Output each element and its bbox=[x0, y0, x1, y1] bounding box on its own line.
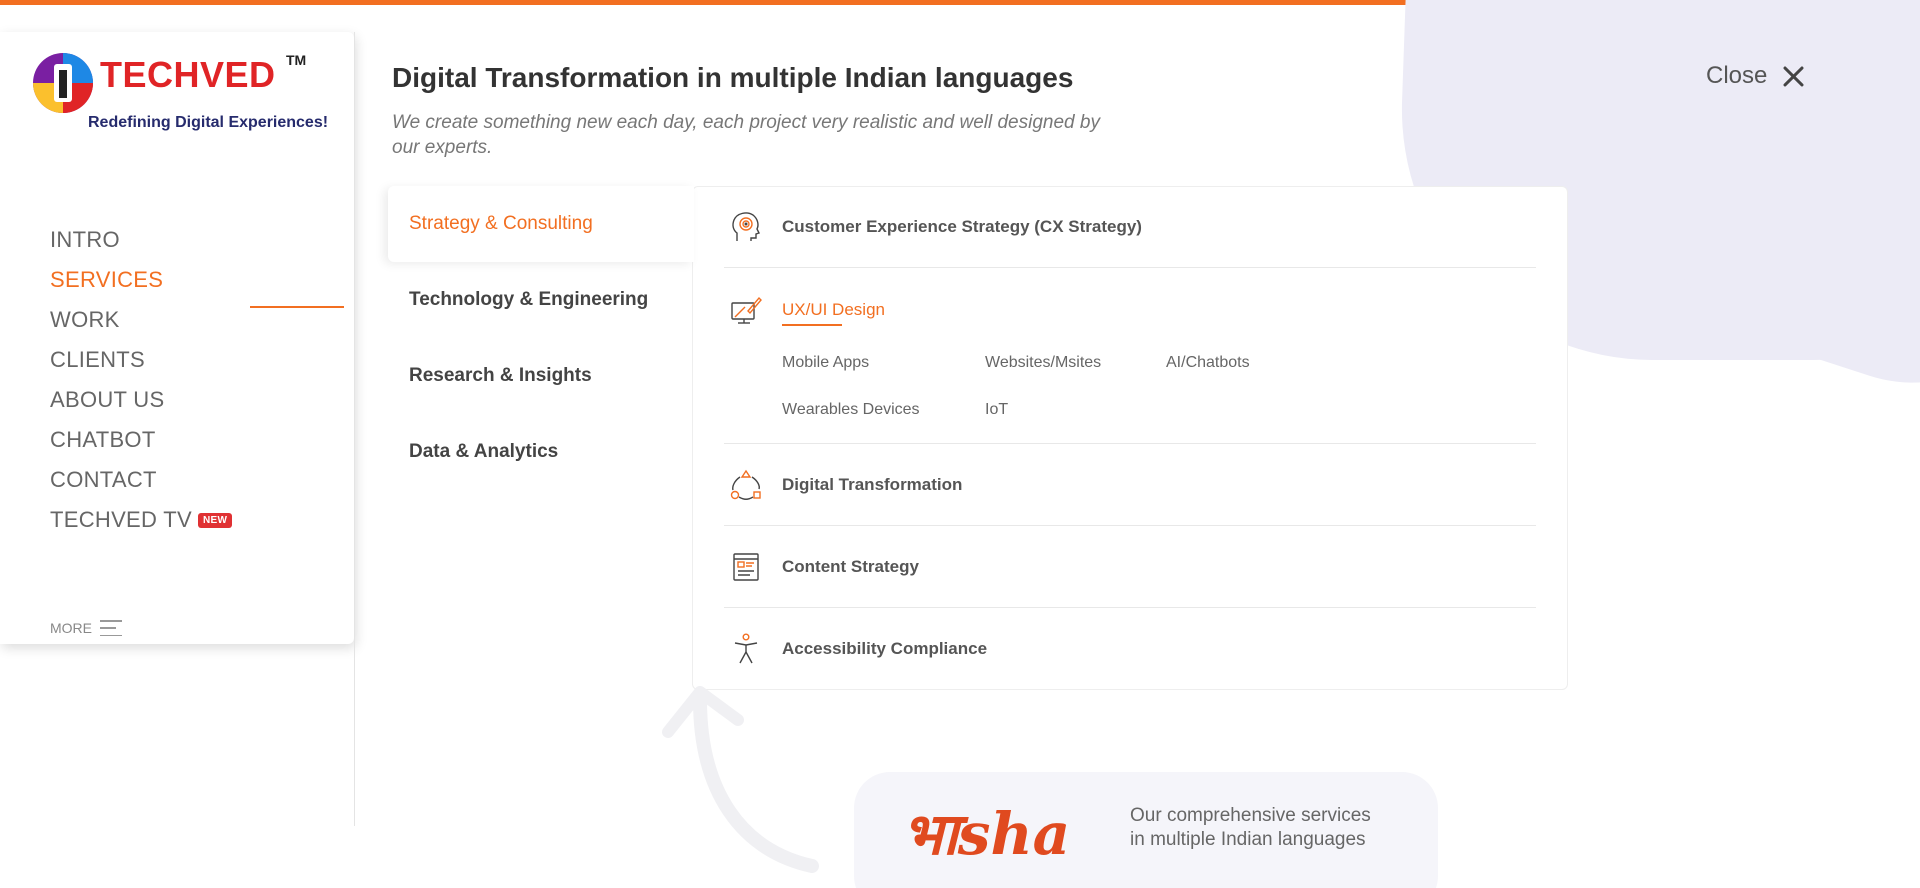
nav-item-about-us[interactable]: ABOUT US bbox=[50, 380, 232, 420]
service-digital-transformation[interactable]: Digital Transformation bbox=[724, 444, 1536, 526]
subitem-websites-msites[interactable]: Websites/Msites bbox=[985, 354, 1101, 372]
curved-arrow-icon bbox=[662, 686, 819, 873]
design-pen-icon bbox=[730, 294, 762, 326]
service-list: Customer Experience Strategy (CX Strateg… bbox=[724, 186, 1536, 690]
page-title: Digital Transformation in multiple India… bbox=[392, 62, 1074, 93]
nav-item-label: TECHVED TV bbox=[50, 507, 192, 532]
logo-tagline: Redefining Digital Experiences! bbox=[88, 114, 329, 131]
nav-item-services[interactable]: SERVICES bbox=[50, 260, 232, 300]
close-button[interactable]: Close bbox=[1706, 62, 1805, 90]
nav-item-label: SERVICES bbox=[50, 267, 164, 292]
service-label: Customer Experience Strategy (CX Strateg… bbox=[782, 216, 1142, 236]
document-icon bbox=[730, 551, 762, 583]
new-badge: NEW bbox=[197, 512, 233, 528]
active-service-underline bbox=[782, 324, 842, 326]
left-nav-card: TECHVED TM Redefining Digital Experience… bbox=[0, 32, 354, 644]
main-nav: INTRO SERVICES WORK CLIENTS ABOUT US CHA… bbox=[50, 220, 233, 540]
service-label: Accessibility Compliance bbox=[782, 639, 988, 658]
nav-item-work[interactable]: WORK bbox=[50, 300, 232, 340]
bhasha-description: Our comprehensive services in multiple I… bbox=[1130, 805, 1371, 850]
menu-lines-icon bbox=[100, 620, 122, 636]
techved-logo[interactable]: TECHVED TM Redefining Digital Experience… bbox=[30, 50, 330, 131]
tab-label: Technology & Engineering bbox=[409, 289, 649, 310]
service-label: Digital Transformation bbox=[782, 474, 963, 494]
subitem-iot[interactable]: IoT bbox=[985, 401, 1008, 419]
bhasha-card[interactable]: भाsha Our comprehensive services in mult… bbox=[854, 772, 1438, 888]
service-label: Content Strategy bbox=[782, 556, 919, 576]
logo-wordmark: TECHVED bbox=[100, 54, 276, 95]
more-label: MORE bbox=[50, 620, 92, 636]
nav-item-label: WORK bbox=[50, 307, 120, 332]
service-uxui-design[interactable]: UX/UI Design Mobile Apps Websites/Msites… bbox=[724, 268, 1536, 444]
nav-item-label: INTRO bbox=[50, 227, 120, 252]
service-content-strategy[interactable]: Content Strategy bbox=[724, 526, 1536, 608]
head-target-icon bbox=[730, 211, 762, 243]
nav-item-intro[interactable]: INTRO bbox=[50, 220, 232, 260]
tab-label: Data & Analytics bbox=[409, 441, 559, 462]
nav-item-label: CONTACT bbox=[50, 467, 157, 492]
close-label: Close bbox=[1706, 62, 1768, 89]
close-icon bbox=[1781, 64, 1805, 88]
cycle-shapes-icon bbox=[730, 469, 762, 501]
nav-item-techved-tv[interactable]: TECHVED TV NEW bbox=[50, 500, 233, 540]
tab-research-insights[interactable]: Research & Insights bbox=[388, 338, 694, 414]
nav-item-label: ABOUT US bbox=[50, 387, 165, 412]
subitem-wearables-devices[interactable]: Wearables Devices bbox=[782, 401, 920, 419]
category-tabs: Strategy & Consulting Technology & Engin… bbox=[388, 186, 694, 490]
service-label: UX/UI Design bbox=[782, 300, 885, 319]
nav-active-indicator bbox=[250, 306, 344, 308]
nav-item-label: CLIENTS bbox=[50, 347, 146, 372]
tab-strategy-consulting[interactable]: Strategy & Consulting bbox=[388, 186, 694, 262]
vertical-divider bbox=[354, 32, 355, 826]
accessibility-person-icon bbox=[730, 633, 762, 665]
nav-item-contact[interactable]: CONTACT bbox=[50, 460, 232, 500]
nav-item-label: CHATBOT bbox=[50, 427, 156, 452]
tab-label: Research & Insights bbox=[409, 365, 592, 386]
service-cx-strategy[interactable]: Customer Experience Strategy (CX Strateg… bbox=[724, 186, 1536, 268]
page-subtitle: We create something new each day, each p… bbox=[392, 112, 1100, 158]
nav-item-chatbot[interactable]: CHATBOT bbox=[50, 420, 232, 460]
service-accessibility-compliance[interactable]: Accessibility Compliance bbox=[724, 608, 1536, 690]
bhasha-logo: भाsha bbox=[902, 800, 1071, 868]
subitem-mobile-apps[interactable]: Mobile Apps bbox=[782, 354, 869, 372]
techved-logo-mark-icon bbox=[33, 53, 93, 113]
tab-technology-engineering[interactable]: Technology & Engineering bbox=[388, 262, 694, 338]
tab-data-analytics[interactable]: Data & Analytics bbox=[388, 414, 694, 490]
more-button[interactable]: MORE bbox=[50, 620, 122, 636]
subitem-ai-chatbots[interactable]: AI/Chatbots bbox=[1166, 354, 1250, 372]
logo-trademark: TM bbox=[286, 52, 307, 68]
nav-item-clients[interactable]: CLIENTS bbox=[50, 340, 232, 380]
tab-label: Strategy & Consulting bbox=[409, 213, 593, 234]
